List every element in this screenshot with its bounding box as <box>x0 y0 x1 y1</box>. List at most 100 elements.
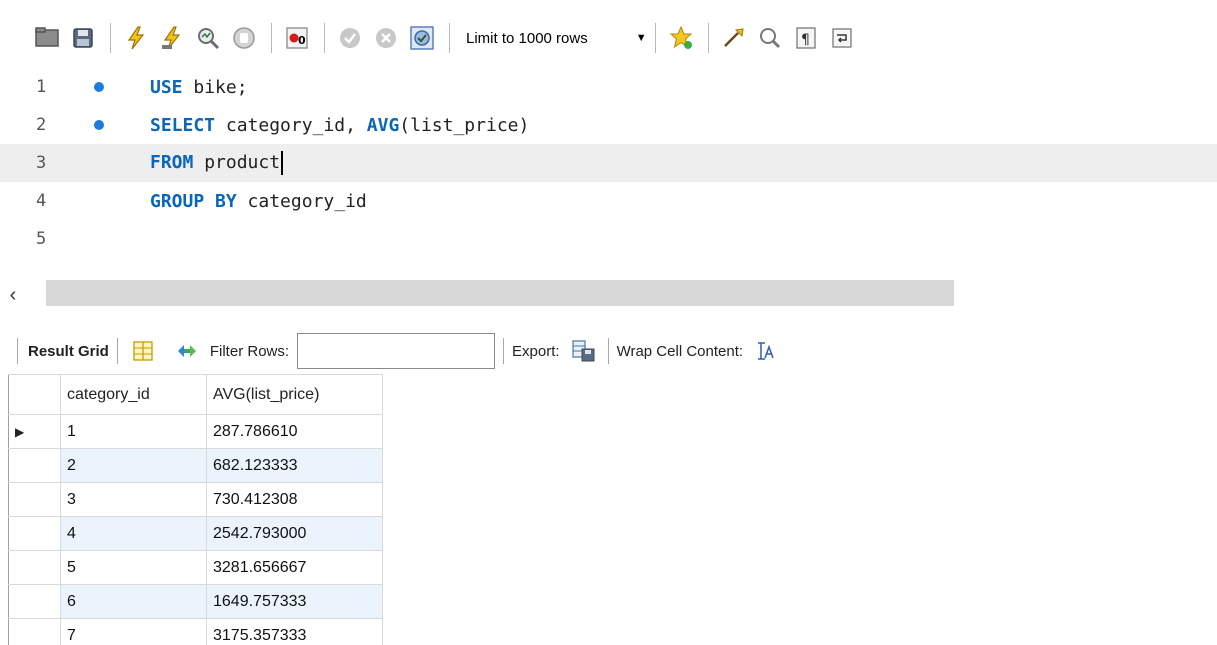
row-header[interactable] <box>8 448 61 483</box>
row-header[interactable] <box>8 516 61 551</box>
svg-text:0: 0 <box>298 34 306 47</box>
row-header[interactable] <box>8 550 61 585</box>
toolbar-separator <box>324 23 325 53</box>
table-row[interactable]: 4 2542.793000 <box>8 516 383 551</box>
save-icon[interactable] <box>66 18 100 58</box>
table-row[interactable]: 6 1649.757333 <box>8 584 383 619</box>
export-icon[interactable] <box>570 338 596 364</box>
grid-cell[interactable]: 6 <box>60 584 207 619</box>
toolbar-separator <box>449 23 450 53</box>
rollback-icon[interactable] <box>369 18 403 58</box>
toolbar-separator <box>116 338 118 364</box>
execute-current-icon[interactable] <box>155 18 189 58</box>
editor-line-4[interactable]: 4 GROUP BY category_id <box>0 182 1217 220</box>
grid-cell[interactable]: 3175.357333 <box>206 618 383 645</box>
beautify-icon[interactable] <box>717 18 751 58</box>
line-code: FROM product <box>150 151 284 175</box>
grid-cell[interactable]: 1 <box>60 414 207 449</box>
editor-line-2[interactable]: 2 SELECT category_id, AVG(list_price) <box>0 106 1217 144</box>
sql-keyword: SELECT <box>150 114 216 136</box>
toolbar-separator <box>271 23 272 53</box>
execute-icon[interactable] <box>119 18 153 58</box>
grid-cell[interactable]: 2542.793000 <box>206 516 383 551</box>
row-header[interactable]: ▶ <box>8 414 61 449</box>
result-grid[interactable]: category_id AVG(list_price) ▶ 1 287.7866… <box>8 374 383 645</box>
column-header-avg-list-price[interactable]: AVG(list_price) <box>206 374 383 415</box>
result-toolbar: Result Grid Filter Rows: Export: Wrap Ce… <box>0 328 1217 374</box>
stop-icon[interactable] <box>227 18 261 58</box>
grid-cell[interactable]: 3281.656667 <box>206 550 383 585</box>
sql-text: (list_price) <box>399 114 530 136</box>
invisible-chars-icon[interactable]: ¶ <box>789 18 823 58</box>
sql-text: bike; <box>193 76 248 98</box>
toggle-error-icon[interactable]: 0 <box>280 18 314 58</box>
dropdown-arrow-icon: ▼ <box>635 32 647 44</box>
toolbar-separator <box>607 338 609 364</box>
sql-keyword: GROUP BY <box>150 190 237 212</box>
result-grid-tab[interactable]: Result Grid <box>28 343 109 360</box>
grid-cell[interactable]: 287.786610 <box>206 414 383 449</box>
row-header[interactable] <box>8 584 61 619</box>
refresh-arrows-icon[interactable] <box>174 338 200 364</box>
wrap-text-icon[interactable] <box>753 338 779 364</box>
wrap-cell-content-label: Wrap Cell Content: <box>616 342 744 360</box>
editor-horizontal-scrollbar[interactable]: ‹ <box>0 280 1217 312</box>
row-header-corner <box>8 374 61 415</box>
text-caret <box>281 151 284 175</box>
explain-icon[interactable] <box>191 18 225 58</box>
grid-cell[interactable]: 730.412308 <box>206 482 383 517</box>
table-row[interactable]: 7 3175.357333 <box>8 618 383 645</box>
filter-rows-input[interactable] <box>297 333 496 369</box>
table-row[interactable]: 2 682.123333 <box>8 448 383 483</box>
wrap-icon[interactable] <box>825 18 859 58</box>
scroll-left-arrow-icon[interactable]: ‹ <box>2 284 24 306</box>
grid-cell[interactable]: 1649.757333 <box>206 584 383 619</box>
line-code: GROUP BY category_id <box>150 191 367 212</box>
table-row[interactable]: 5 3281.656667 <box>8 550 383 585</box>
commit-icon[interactable] <box>333 18 367 58</box>
editor-line-3[interactable]: 3 FROM product <box>0 144 1217 182</box>
table-row[interactable]: ▶ 1 287.786610 <box>8 414 383 449</box>
grid-cell[interactable]: 7 <box>60 618 207 645</box>
grid-cell[interactable]: 4 <box>60 516 207 551</box>
find-icon[interactable] <box>753 18 787 58</box>
line-number: 1 <box>36 77 47 97</box>
sql-editor-toolbar: 0 Limit to 1000 rows ▼ ¶ <box>0 0 1217 76</box>
column-header-category-id[interactable]: category_id <box>60 374 207 415</box>
grid-cell[interactable]: 2 <box>60 448 207 483</box>
grid-view-icon[interactable] <box>130 338 156 364</box>
toolbar-separator <box>654 23 656 53</box>
editor-line-5[interactable]: 5 <box>0 220 1217 258</box>
scrollbar-thumb[interactable] <box>46 280 954 306</box>
bookmark-icon[interactable] <box>664 18 698 58</box>
line-number: 2 <box>36 115 47 135</box>
line-code: USE bike; <box>150 77 248 98</box>
limit-rows-select[interactable]: Limit to 1000 rows ▼ <box>462 21 647 55</box>
sql-text: category_id, <box>225 114 367 136</box>
grid-cell[interactable]: 682.123333 <box>206 448 383 483</box>
line-number: 5 <box>36 229 47 249</box>
statement-marker-icon <box>94 82 104 92</box>
sql-editor[interactable]: 1 USE bike; 2 SELECT category_id, AVG(li… <box>0 76 1217 280</box>
row-header[interactable] <box>8 482 61 517</box>
table-row[interactable]: 3 730.412308 <box>8 482 383 517</box>
sql-keyword: FROM <box>150 152 194 173</box>
grid-cell[interactable]: 3 <box>60 482 207 517</box>
svg-text:¶: ¶ <box>801 32 810 48</box>
grid-cell[interactable]: 5 <box>60 550 207 585</box>
line-code: SELECT category_id, AVG(list_price) <box>150 115 529 136</box>
row-header[interactable] <box>8 618 61 645</box>
toolbar-separator <box>707 23 709 53</box>
sql-keyword: USE <box>150 76 183 98</box>
current-row-arrow-icon: ▶ <box>15 424 25 439</box>
editor-line-1[interactable]: 1 USE bike; <box>0 68 1217 106</box>
toolbar-separator <box>110 23 111 53</box>
toolbar-separator <box>503 338 505 364</box>
autocommit-icon[interactable] <box>405 18 439 58</box>
folder-open-icon[interactable] <box>30 18 64 58</box>
statement-marker-icon <box>94 120 104 130</box>
sql-text: product <box>204 152 281 173</box>
toolbar-separator <box>17 338 18 364</box>
line-number: 3 <box>36 153 47 173</box>
limit-rows-value: Limit to 1000 rows <box>466 29 588 47</box>
